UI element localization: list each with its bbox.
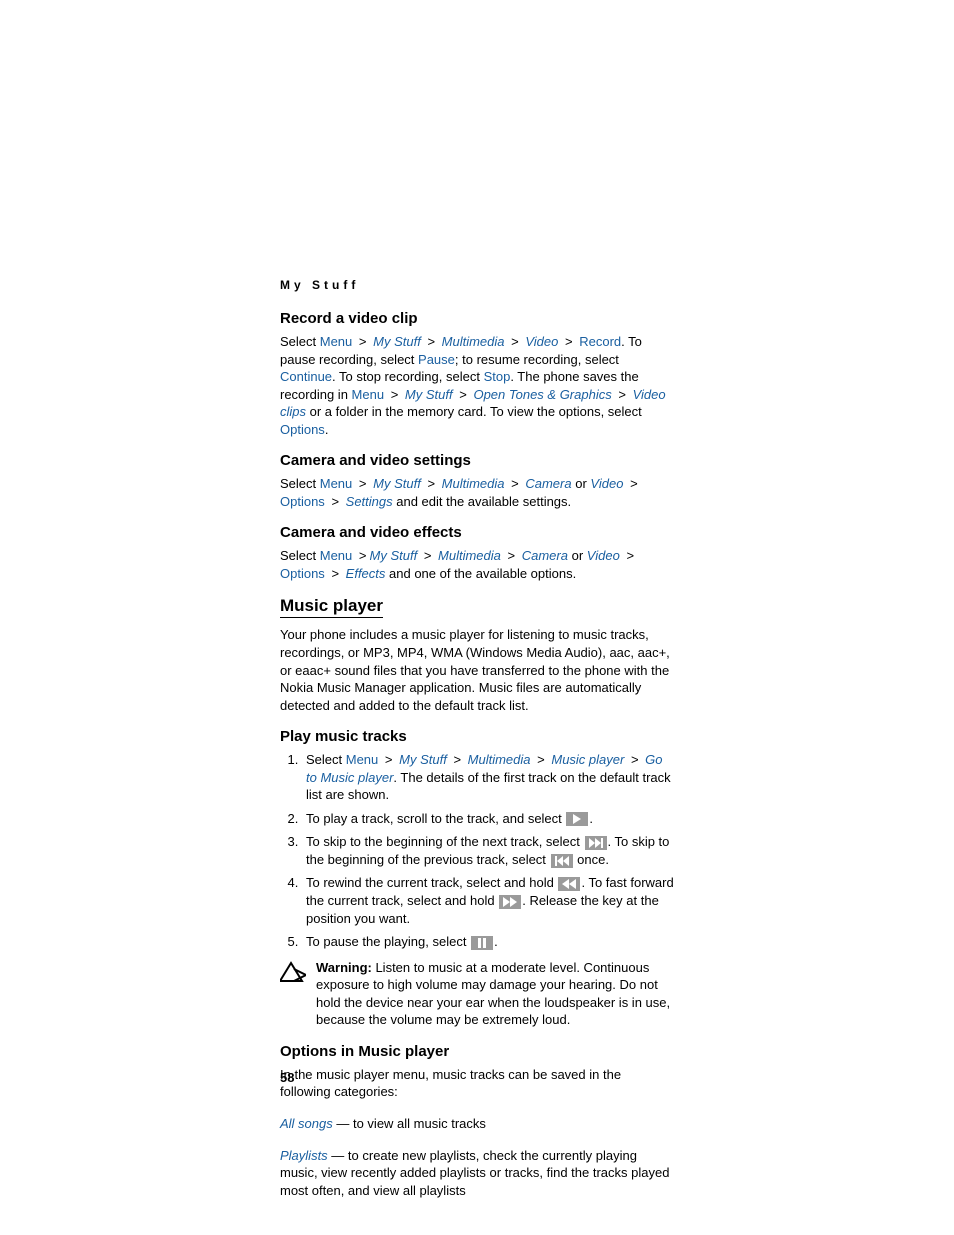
heading-camera-effects: Camera and video effects bbox=[280, 524, 674, 541]
paragraph: All songs — to view all music tracks bbox=[280, 1115, 674, 1133]
mystuff-link: My Stuff bbox=[405, 387, 453, 402]
heading-record-video: Record a video clip bbox=[280, 310, 674, 327]
running-header: My Stuff bbox=[280, 278, 674, 292]
paragraph: Select Menu > My Stuff > Multimedia > Vi… bbox=[280, 333, 674, 438]
pause-link: Pause bbox=[418, 352, 455, 367]
manual-page: My Stuff Record a video clip Select Menu… bbox=[0, 0, 954, 1235]
heading-play-tracks: Play music tracks bbox=[280, 728, 674, 745]
list-item: To rewind the current track, select and … bbox=[302, 874, 674, 927]
warning-block: Warning: Listen to music at a moderate l… bbox=[280, 959, 674, 1029]
options-link: Options bbox=[280, 494, 325, 509]
next-track-icon bbox=[585, 836, 607, 850]
mystuff-link: My Stuff bbox=[373, 476, 421, 491]
stop-link: Stop bbox=[484, 369, 511, 384]
video-link: Video bbox=[590, 476, 623, 491]
continue-link: Continue bbox=[280, 369, 332, 384]
prev-track-icon bbox=[551, 854, 573, 868]
list-item: Select Menu > My Stuff > Multimedia > Mu… bbox=[302, 751, 674, 804]
fast-forward-icon bbox=[499, 895, 521, 909]
playlists-link: Playlists bbox=[280, 1148, 328, 1163]
mystuff-link: My Stuff bbox=[370, 548, 418, 563]
multimedia-link: Multimedia bbox=[438, 548, 501, 563]
video-link: Video bbox=[587, 548, 620, 563]
play-icon bbox=[566, 812, 588, 826]
page-number: 58 bbox=[280, 1070, 294, 1085]
menu-link: Menu bbox=[320, 548, 353, 563]
multimedia-link: Multimedia bbox=[442, 476, 505, 491]
menu-link: Menu bbox=[352, 387, 385, 402]
list-item: To skip to the beginning of the next tra… bbox=[302, 833, 674, 868]
paragraph: Select Menu >My Stuff > Multimedia > Cam… bbox=[280, 547, 674, 582]
list-item: To pause the playing, select . bbox=[302, 933, 674, 951]
options-link: Options bbox=[280, 422, 325, 437]
menu-link: Menu bbox=[320, 476, 353, 491]
warning-icon bbox=[280, 961, 306, 988]
paragraph: Select Menu > My Stuff > Multimedia > Ca… bbox=[280, 475, 674, 510]
camera-link: Camera bbox=[522, 548, 568, 563]
mystuff-link: My Stuff bbox=[399, 752, 447, 767]
paragraph: In the music player menu, music tracks c… bbox=[280, 1066, 674, 1101]
all-songs-link: All songs bbox=[280, 1116, 333, 1131]
ordered-list: Select Menu > My Stuff > Multimedia > Mu… bbox=[280, 751, 674, 950]
video-link: Video bbox=[525, 334, 558, 349]
paragraph: Playlists — to create new playlists, che… bbox=[280, 1147, 674, 1200]
heading-music-player: Music player bbox=[280, 596, 383, 618]
open-tones-link: Open Tones & Graphics bbox=[473, 387, 611, 402]
mystuff-link: My Stuff bbox=[373, 334, 421, 349]
effects-link: Effects bbox=[346, 566, 386, 581]
camera-link: Camera bbox=[525, 476, 571, 491]
pause-icon bbox=[471, 936, 493, 950]
list-item: To play a track, scroll to the track, an… bbox=[302, 810, 674, 828]
heading-options-music: Options in Music player bbox=[280, 1043, 674, 1060]
menu-link: Menu bbox=[320, 334, 353, 349]
settings-link: Settings bbox=[346, 494, 393, 509]
multimedia-link: Multimedia bbox=[468, 752, 531, 767]
warning-text: Warning: Listen to music at a moderate l… bbox=[316, 959, 674, 1029]
rewind-icon bbox=[558, 877, 580, 891]
record-link: Record bbox=[579, 334, 621, 349]
menu-link: Menu bbox=[346, 752, 379, 767]
multimedia-link: Multimedia bbox=[442, 334, 505, 349]
heading-camera-settings: Camera and video settings bbox=[280, 452, 674, 469]
options-link: Options bbox=[280, 566, 325, 581]
paragraph: Your phone includes a music player for l… bbox=[280, 626, 674, 714]
music-player-link: Music player bbox=[551, 752, 624, 767]
